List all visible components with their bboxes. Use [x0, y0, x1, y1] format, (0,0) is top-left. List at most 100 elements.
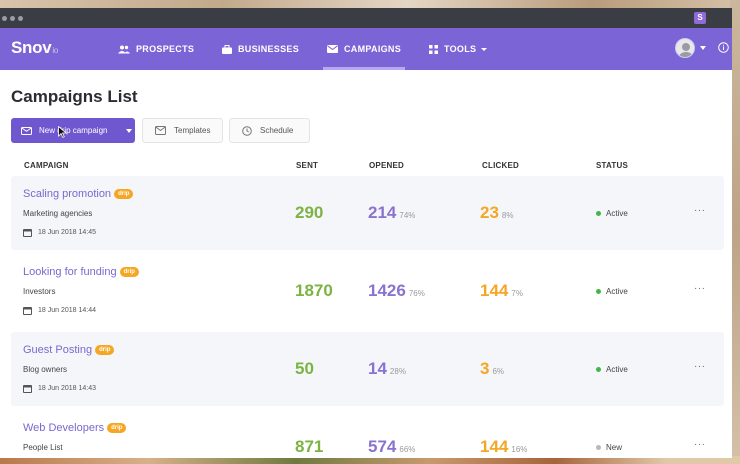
opened-value: 1426: [368, 281, 406, 300]
campaign-name[interactable]: Scaling promotion drip: [23, 188, 134, 200]
campaign-name[interactable]: Looking for funding drip: [23, 266, 139, 278]
template-icon: [155, 126, 166, 135]
clicked-percent: 6%: [492, 367, 505, 376]
opened-count: 14 28%: [368, 359, 406, 379]
campaign-date: 18 Jun 2018 14:45: [23, 228, 96, 237]
clicked-percent: 7%: [511, 289, 523, 298]
nav-prospects[interactable]: PROSPECTS: [118, 28, 194, 70]
clicked-percent: 16%: [511, 445, 528, 454]
status-badge: Active: [596, 287, 628, 296]
more-options-icon[interactable]: ···: [694, 283, 706, 294]
table-row[interactable]: Looking for funding drip Investors 18 Jun…: [11, 254, 724, 328]
clicked-value: 144: [480, 437, 509, 456]
sent-count: 290: [295, 203, 324, 222]
top-navbar: Snovio PROSPECTS BUSINESSES CAMPAIGNS TO…: [0, 28, 732, 70]
opened-value: 14: [368, 359, 387, 378]
campaign-title: Scaling promotion: [23, 188, 112, 200]
column-header-campaign[interactable]: CAMPAIGN: [24, 161, 69, 170]
chevron-down-icon[interactable]: [700, 46, 706, 50]
opened-count: 574 66%: [368, 437, 415, 457]
clicked-count: 144 16%: [480, 437, 527, 457]
campaign-title: Web Developers: [23, 422, 105, 434]
people-icon: [118, 45, 130, 53]
button-label: Templates: [174, 126, 211, 135]
status-text: Active: [606, 365, 628, 374]
avatar[interactable]: [675, 38, 695, 58]
schedule-button[interactable]: Schedule: [229, 118, 310, 143]
logo[interactable]: Snovio: [11, 38, 58, 58]
opened-percent: 28%: [389, 367, 406, 376]
nav-campaigns[interactable]: CAMPAIGNS: [323, 28, 406, 70]
templates-button[interactable]: Templates: [142, 118, 223, 143]
more-options-icon[interactable]: ···: [694, 439, 706, 450]
mouse-cursor-icon: [58, 126, 67, 138]
button-label: Schedule: [260, 126, 294, 135]
clicked-count: 3 6%: [480, 359, 504, 379]
opened-percent: 74%: [399, 211, 416, 220]
drip-badge: drip: [95, 345, 115, 355]
status-text: New: [606, 443, 623, 452]
clicked-value: 23: [480, 203, 499, 222]
opened-value: 574: [368, 437, 397, 456]
background-photo-top: [0, 0, 740, 8]
date-text: 18 Jun 2018 14:45: [38, 229, 96, 236]
window-dot[interactable]: [18, 15, 23, 21]
clicked-value: 144: [480, 281, 509, 300]
clock-icon: [242, 125, 252, 136]
more-options-icon[interactable]: ···: [694, 361, 706, 372]
nav-label: PROSPECTS: [136, 44, 195, 54]
chevron-down-icon[interactable]: [123, 118, 135, 143]
column-header-status[interactable]: STATUS: [596, 161, 628, 170]
new-drip-campaign-button[interactable]: New drip campaign: [11, 118, 135, 143]
sent-count: 1870: [295, 281, 333, 300]
opened-count: 214 74%: [368, 203, 415, 223]
grid-icon: [429, 44, 438, 54]
column-header-sent[interactable]: SENT: [296, 161, 318, 170]
opened-count: 1426 76%: [368, 281, 425, 301]
more-options-icon[interactable]: ···: [694, 205, 706, 216]
status-text: Active: [606, 287, 628, 296]
nav-tools[interactable]: TOOLS: [429, 28, 488, 70]
info-icon[interactable]: [718, 42, 729, 53]
campaign-title: Guest Posting: [23, 344, 93, 356]
nav-label: TOOLS: [444, 44, 477, 54]
calendar-icon: [23, 307, 32, 315]
clicked-count: 144 7%: [480, 281, 523, 301]
logo-suffix: io: [52, 46, 59, 55]
campaign-name[interactable]: Web Developers drip: [23, 422, 127, 434]
drip-badge: drip: [119, 267, 139, 277]
status-text: Active: [606, 209, 628, 218]
drip-badge: drip: [107, 423, 127, 433]
campaign-list: Blog owners: [23, 365, 68, 374]
table-row[interactable]: Scaling promotion drip Marketing agencies…: [11, 176, 724, 250]
sent-count: 50: [295, 359, 314, 378]
table-row[interactable]: Guest Posting drip Blog owners 18 Jun 201…: [11, 332, 724, 406]
opened-percent: 66%: [399, 445, 416, 454]
calendar-icon: [23, 229, 32, 237]
nav-label: CAMPAIGNS: [344, 44, 402, 54]
column-header-clicked[interactable]: CLICKED: [482, 161, 519, 170]
campaign-list: Investors: [23, 287, 56, 296]
window-dot[interactable]: [2, 15, 7, 21]
status-badge: New: [596, 443, 622, 452]
column-header-opened[interactable]: OPENED: [369, 161, 404, 170]
briefcase-icon: [222, 44, 232, 54]
extension-icon[interactable]: S: [694, 12, 706, 24]
page-title: Campaigns List: [11, 87, 138, 106]
window-dot[interactable]: [10, 15, 15, 21]
status-badge: Active: [596, 209, 628, 218]
campaign-name[interactable]: Guest Posting drip: [23, 344, 115, 356]
clicked-count: 23 8%: [480, 203, 513, 223]
status-dot: [596, 367, 601, 372]
envelope-icon: [327, 45, 338, 53]
nav-label: BUSINESSES: [238, 44, 300, 54]
status-badge: Active: [596, 365, 628, 374]
nav-businesses[interactable]: BUSINESSES: [222, 28, 299, 70]
clicked-percent: 8%: [501, 211, 514, 220]
date-text: 18 Jun 2018 14:44: [38, 307, 96, 314]
clicked-value: 3: [480, 359, 490, 378]
table-row[interactable]: Web Developers drip People List 871 574 66…: [11, 410, 724, 458]
sent-count: 871: [295, 437, 324, 456]
envelope-icon: [21, 126, 32, 135]
browser-window: S Snovio PROSPECTS BUSINESSES CAMPAIGNS …: [0, 8, 732, 458]
